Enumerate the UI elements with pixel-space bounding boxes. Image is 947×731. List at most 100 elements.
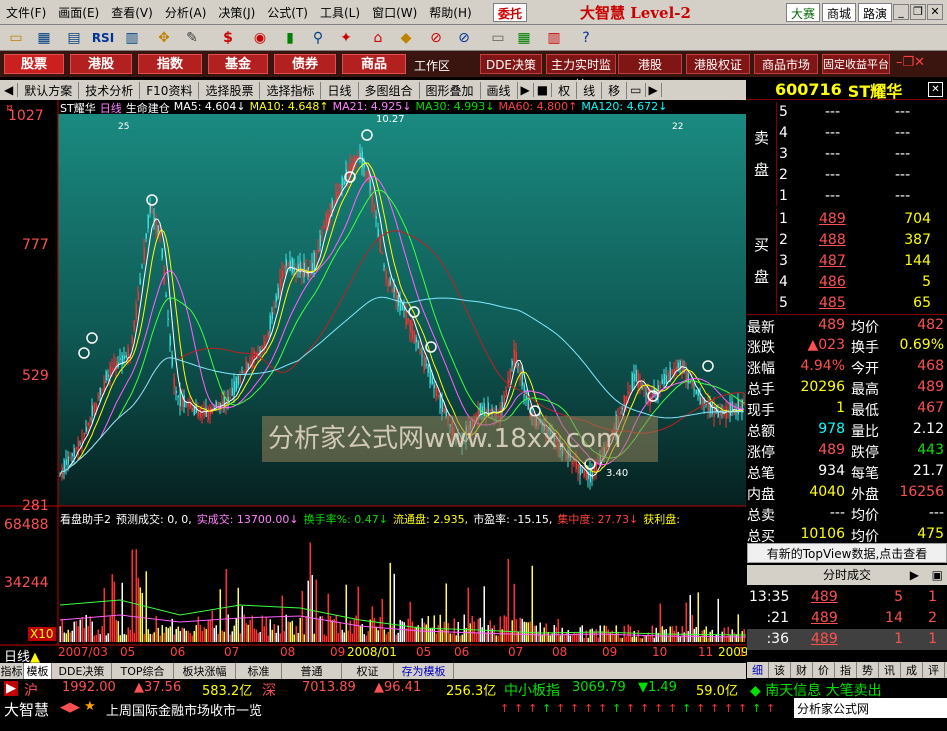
table-icon[interactable]: ▥: [122, 28, 142, 48]
cat-main-monitor[interactable]: 主力实时监控: [546, 54, 616, 92]
default-scheme-button[interactable]: 默认方案: [18, 81, 80, 99]
rsi-icon[interactable]: RSI: [90, 28, 116, 48]
cat-commodity-market[interactable]: 商品市场: [754, 54, 818, 74]
bottom-tab[interactable]: 模板: [24, 663, 52, 679]
binoculars-icon[interactable]: ⚲: [308, 28, 328, 48]
tech-analysis-button[interactable]: 技术分析: [79, 81, 141, 99]
chart-area[interactable]: ¤ ST耀华 日线 生命建仓 MA5: 4.604↓ MA10: 4.648↑ …: [0, 100, 768, 665]
adjust-button[interactable]: 权: [552, 81, 578, 99]
open-folder-icon[interactable]: ▭: [6, 28, 26, 48]
tick-row[interactable]: :21 489 14 2: [747, 608, 947, 629]
minimize-icon[interactable]: _: [893, 4, 909, 20]
menu-analyze[interactable]: 分析(A): [159, 4, 213, 21]
quote-tab[interactable]: 该: [769, 662, 791, 678]
buy-row[interactable]: 3 487 144: [747, 251, 947, 272]
cat-hk-warrant[interactable]: 港股权证: [686, 54, 750, 74]
dde-icon[interactable]: ▭: [488, 28, 508, 48]
buy-row[interactable]: 4 486 5: [747, 272, 947, 293]
diamond-icon[interactable]: ◆: [396, 28, 416, 48]
dasai-button[interactable]: 大赛: [786, 3, 821, 22]
quote-tab[interactable]: 细: [747, 662, 769, 678]
bottom-tab[interactable]: 普通: [282, 663, 342, 679]
sell-row[interactable]: 3 --- ---: [747, 144, 947, 165]
close-icon[interactable]: ✕: [927, 4, 943, 20]
cat-fund[interactable]: 基金: [208, 54, 268, 74]
weituo-button[interactable]: 委托: [493, 3, 528, 22]
sell-row[interactable]: 5 --- ---: [747, 102, 947, 123]
tick-row[interactable]: :36 489 1 1: [747, 629, 947, 650]
next-panel-icon[interactable]: ▶: [646, 83, 662, 97]
sell-row[interactable]: 1 --- ---: [747, 186, 947, 207]
bottom-tab[interactable]: 权证: [342, 663, 394, 679]
draw-line-button[interactable]: 画线: [481, 81, 518, 99]
tick-row[interactable]: 13:35 489 5 1: [747, 587, 947, 608]
kline-chart[interactable]: [0, 100, 747, 660]
bottom-tab[interactable]: 存为模板: [394, 663, 454, 679]
info-ticker[interactable]: 上周国际金融市场收市一览: [106, 700, 262, 719]
building-icon[interactable]: ▥: [544, 28, 564, 48]
cat-bond[interactable]: 债券: [274, 54, 336, 74]
menu-tools[interactable]: 工具(L): [314, 4, 366, 21]
quote-tab[interactable]: 财: [791, 662, 813, 678]
grid-icon[interactable]: ▤: [64, 28, 84, 48]
roadshow-button[interactable]: 路演: [858, 3, 893, 22]
sz-label[interactable]: 深: [262, 680, 276, 700]
prev-arrow-icon[interactable]: ◀: [0, 83, 19, 97]
zx-label[interactable]: 中小板指: [504, 680, 560, 700]
restore-icon[interactable]: ❐: [910, 4, 926, 20]
cat-stocks[interactable]: 股票: [4, 54, 64, 74]
line-button[interactable]: 线: [577, 81, 603, 99]
quote-tab[interactable]: 成: [901, 662, 923, 678]
quote-tab[interactable]: 讯: [879, 662, 901, 678]
menu-window[interactable]: 窗口(W): [366, 4, 423, 21]
window-icon[interactable]: ▭: [627, 83, 646, 97]
panel-close-icon[interactable]: ✕: [928, 82, 943, 97]
cat-hk[interactable]: 港股: [70, 54, 132, 74]
menu-view[interactable]: 查看(V): [105, 4, 159, 21]
announce-icon[interactable]: ✦: [336, 28, 356, 48]
f10-button[interactable]: F10资料: [140, 81, 200, 99]
mall-button[interactable]: 商城: [822, 3, 857, 22]
stop-icon[interactable]: ■: [534, 83, 553, 97]
grid2-icon[interactable]: ▦: [514, 28, 534, 48]
daily-button[interactable]: 日线: [321, 81, 359, 99]
bottom-tab[interactable]: 标准: [236, 663, 282, 679]
move-icon[interactable]: ✥: [154, 28, 174, 48]
sell-row[interactable]: 4 --- ---: [747, 123, 947, 144]
sh-label[interactable]: 沪: [24, 680, 38, 700]
ticks-grid-icon[interactable]: ▣: [932, 565, 943, 585]
sub-window-controls[interactable]: –❐✕: [896, 55, 925, 70]
forbid-icon[interactable]: ⊘: [454, 28, 474, 48]
help-cursor-icon[interactable]: ?: [576, 28, 596, 48]
buy-row[interactable]: 5 485 65: [747, 293, 947, 314]
pencil-icon[interactable]: ✎: [182, 28, 202, 48]
dollar-icon[interactable]: $: [218, 28, 238, 48]
quote-tab[interactable]: 价: [813, 662, 835, 678]
no-icon[interactable]: ⊘: [426, 28, 446, 48]
sell-row[interactable]: 2 --- ---: [747, 165, 947, 186]
menu-view-screen[interactable]: 画面(E): [52, 4, 105, 21]
scroll-arrows-icon[interactable]: ◀▶: [60, 700, 80, 715]
home-icon[interactable]: ⌂: [368, 28, 388, 48]
indicator-icon[interactable]: ◉: [250, 28, 270, 48]
move-button[interactable]: 移: [602, 81, 628, 99]
menu-help[interactable]: 帮助(H): [423, 4, 477, 21]
news-ticker[interactable]: ◆ 南天信息 大笔卖出: [750, 680, 882, 700]
cat-hk2[interactable]: 港股: [618, 54, 682, 74]
bottom-tab[interactable]: DDE决策: [52, 663, 112, 679]
buy-row[interactable]: 1 489 704: [747, 209, 947, 230]
cat-index[interactable]: 指数: [138, 54, 202, 74]
overlay-button[interactable]: 图形叠加: [420, 81, 481, 99]
quote-tab[interactable]: 评: [923, 662, 945, 678]
chart-window-icon[interactable]: ▦: [34, 28, 54, 48]
quote-tab[interactable]: 指: [835, 662, 857, 678]
ticks-arrow-icon[interactable]: ▶: [910, 565, 919, 585]
cat-dde[interactable]: DDE决策: [480, 54, 542, 74]
bottom-tab[interactable]: TOP综合: [112, 663, 174, 679]
bars-icon[interactable]: ▮: [280, 28, 300, 48]
multi-chart-button[interactable]: 多图组合: [359, 81, 420, 99]
select-stock-button[interactable]: 选择股票: [199, 81, 261, 99]
menu-formula[interactable]: 公式(T): [261, 4, 314, 21]
play-icon[interactable]: ▶: [518, 83, 534, 97]
bottom-tab[interactable]: 指标: [0, 663, 24, 679]
